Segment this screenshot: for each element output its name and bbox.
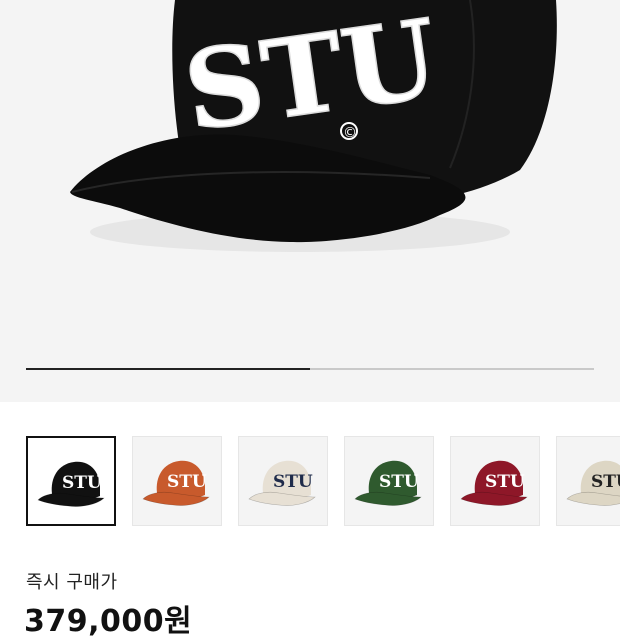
variant-thumbnail-4[interactable]: STU: [344, 436, 434, 526]
thumbnail-logo-text: STU: [273, 472, 313, 492]
cap-thumbnail-image: STU: [142, 460, 210, 506]
thumbnail-logo-text: STU: [167, 472, 207, 492]
cap-thumbnail-image: STU: [37, 461, 105, 507]
cap-thumbnail-image: STU: [248, 460, 316, 506]
thumbnail-logo-text: STU: [379, 472, 419, 492]
price-label: 즉시 구매가: [26, 572, 118, 593]
gallery-progress-bar: [26, 368, 594, 370]
cap-thumbnail-image: STU: [354, 460, 422, 506]
variant-thumbnail-6[interactable]: STU: [556, 436, 620, 526]
thumbnail-logo-text: STU: [62, 473, 102, 493]
thumbnail-logo-text: STU: [591, 472, 620, 492]
variant-thumbnail-2[interactable]: STU: [132, 436, 222, 526]
price-value: 379,000원: [24, 604, 193, 639]
thumbnail-logo-text: STU: [485, 472, 525, 492]
cap-thumbnail-image: STU: [566, 460, 620, 506]
gallery-progress-fill: [26, 368, 310, 370]
copyright-mark: ©: [343, 125, 357, 141]
variant-thumbnail-3[interactable]: STU: [238, 436, 328, 526]
product-hero-image[interactable]: STU ©: [0, 0, 620, 402]
cap-thumbnail-image: STU: [460, 460, 528, 506]
variant-thumbnail-5[interactable]: STU: [450, 436, 540, 526]
black-cap-image: STU ©: [70, 0, 557, 252]
variant-thumbnail-1[interactable]: STU: [26, 436, 116, 526]
variant-thumbnail-list: STU STU STU STU STU STU: [0, 436, 620, 530]
